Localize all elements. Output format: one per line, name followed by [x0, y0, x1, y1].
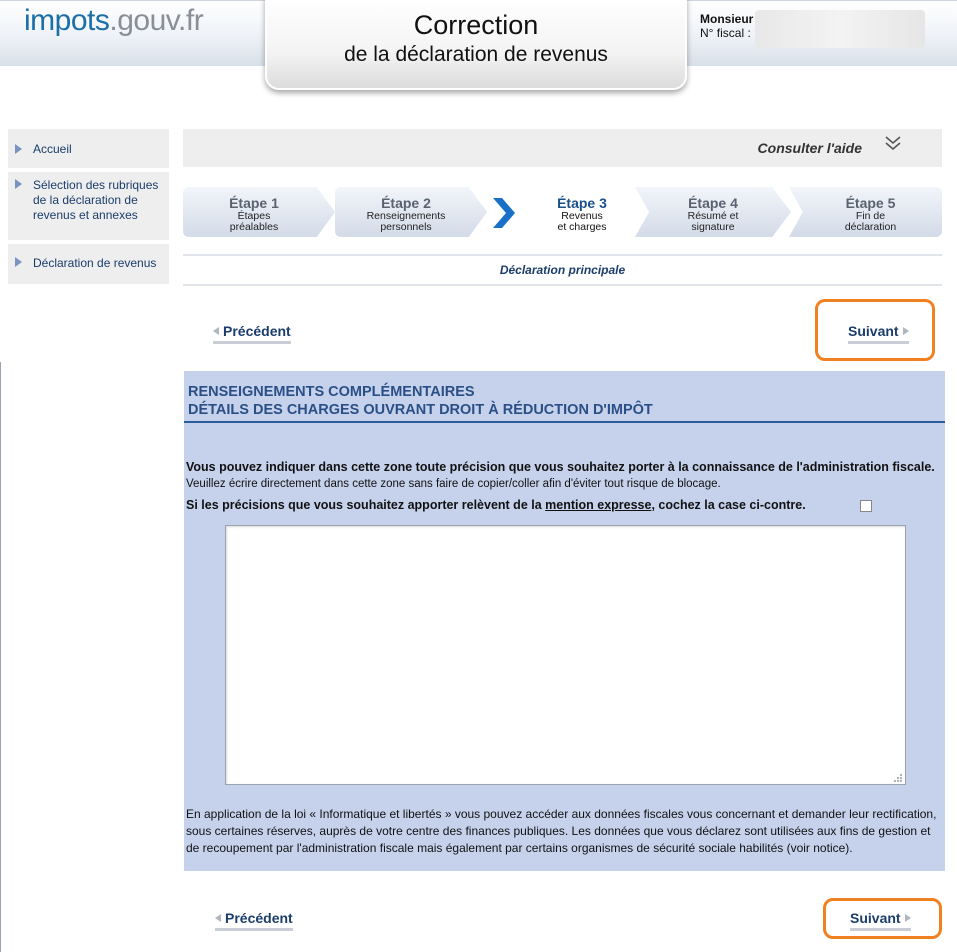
redacted-user-details: [755, 10, 925, 48]
legal-notice: En application de la loi « Informatique …: [186, 807, 937, 855]
previous-button-bottom[interactable]: Précédent: [215, 910, 293, 931]
arrow-right-icon: [904, 914, 911, 922]
double-chevron-down-icon[interactable]: [884, 135, 902, 151]
step-number: Étape 1: [229, 195, 279, 211]
section-divider: [184, 421, 945, 423]
declaration-principale-label: Déclaration principale: [183, 254, 942, 286]
arrow-right-icon: [902, 327, 909, 335]
complementary-info-section: RENSEIGNEMENTS COMPLÉMENTAIRES DÉTAILS D…: [184, 371, 945, 871]
section-title-line1: RENSEIGNEMENTS COMPLÉMENTAIRES: [188, 384, 475, 400]
intro-normal: Veuillez écrire directement dans cette z…: [186, 478, 721, 490]
sidebar-item-label: Sélection des rubriques de la déclaratio…: [33, 178, 159, 222]
step-3-current: Étape 3 Revenus et charges: [487, 187, 639, 237]
sidebar: Accueil Sélection des rubriques de la dé…: [8, 129, 169, 288]
step-label-line2: et charges: [557, 221, 607, 233]
sidebar-item-declaration-revenus[interactable]: Déclaration de revenus: [8, 244, 169, 284]
arrow-left-icon: [213, 327, 219, 335]
help-bar: Consulter l'aide: [183, 129, 942, 167]
step-progress: Étape 1 Étapes préalables Étape 2 Rensei…: [183, 187, 942, 237]
mention-expresse-line: Si les précisions que vous souhaitez app…: [186, 498, 806, 512]
logo-part-1: impots: [24, 4, 110, 37]
mention-text-before: Si les précisions que vous souhaitez app…: [186, 498, 542, 512]
section-title: RENSEIGNEMENTS COMPLÉMENTAIRES DÉTAILS D…: [188, 383, 653, 419]
step-label-line2: déclaration: [844, 221, 897, 233]
sidebar-item-accueil[interactable]: Accueil: [8, 129, 169, 168]
logo-part-2: .gouv.fr: [109, 4, 204, 37]
previous-label: Précédent: [225, 910, 293, 926]
step-number: Étape 2: [381, 195, 431, 211]
next-button-top[interactable]: Suivant: [848, 323, 909, 344]
complementary-info-textarea[interactable]: [225, 525, 906, 785]
page: impots.gouv.fr Monsieur N° fiscal : Corr…: [0, 0, 957, 952]
sidebar-item-selection-rubriques[interactable]: Sélection des rubriques de la déclaratio…: [8, 172, 169, 240]
next-button-bottom[interactable]: Suivant: [850, 910, 911, 931]
section-title-line2: DÉTAILS DES CHARGES OUVRANT DROIT À RÉDU…: [188, 402, 653, 418]
step-number: Étape 3: [557, 195, 607, 211]
step-4: Étape 4 Résumé et signature: [635, 187, 791, 237]
previous-button-top[interactable]: Précédent: [213, 323, 291, 344]
mention-expresse-checkbox[interactable]: [860, 500, 872, 512]
next-label: Suivant: [848, 323, 899, 339]
help-link[interactable]: Consulter l'aide: [758, 140, 862, 156]
mention-expresse-link[interactable]: mention expresse: [545, 498, 651, 512]
step-5: Étape 5 Fin de déclaration: [789, 187, 942, 237]
step-label-line2: personnels: [380, 221, 432, 233]
next-label: Suivant: [850, 910, 901, 926]
step-number: Étape 4: [688, 195, 738, 211]
sidebar-item-label: Accueil: [33, 142, 72, 156]
step-number: Étape 5: [845, 195, 896, 211]
user-salutation: Monsieur: [700, 12, 754, 26]
left-divider: [0, 362, 1, 952]
mention-text-after: , cochez la case ci-contre.: [651, 498, 806, 512]
step-1: Étape 1 Étapes préalables: [183, 187, 335, 237]
step-label-line2: signature: [691, 221, 735, 233]
page-title-tab: Correction de la déclaration de revenus: [265, 0, 687, 90]
page-subtitle: de la déclaration de revenus: [344, 43, 608, 66]
arrow-right-icon: [15, 179, 22, 189]
user-info: Monsieur N° fiscal :: [700, 10, 925, 48]
arrow-left-icon: [215, 914, 221, 922]
section-intro: Vous pouvez indiquer dans cette zone tou…: [186, 459, 938, 492]
step-label-line2: préalables: [229, 221, 279, 233]
page-title: Correction: [413, 10, 539, 40]
site-logo[interactable]: impots.gouv.fr: [24, 4, 204, 38]
intro-bold: Vous pouvez indiquer dans cette zone tou…: [186, 460, 935, 474]
fiscal-number-label: N° fiscal :: [700, 26, 751, 40]
arrow-right-icon: [15, 257, 22, 267]
arrow-right-icon: [15, 144, 22, 154]
previous-label: Précédent: [223, 323, 291, 339]
step-2: Étape 2 Renseignements personnels: [335, 187, 487, 237]
sidebar-item-label: Déclaration de revenus: [33, 256, 157, 270]
